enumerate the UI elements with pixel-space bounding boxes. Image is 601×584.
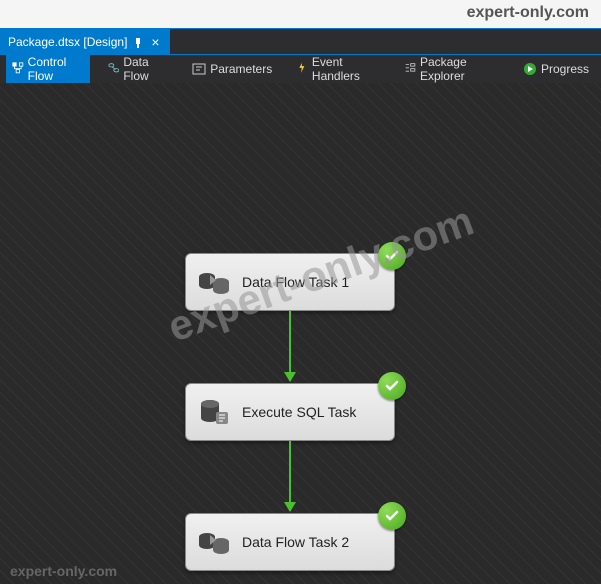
task-data-flow-1[interactable]: Data Flow Task 1 — [185, 253, 395, 311]
tab-package-explorer[interactable]: Package Explorer — [398, 52, 505, 86]
design-canvas[interactable]: Data Flow Task 1 Execute SQL Task Data F… — [0, 83, 601, 584]
tab-label: Progress — [541, 62, 589, 76]
status-success-icon — [378, 242, 406, 270]
designer-toolbar: Control Flow Data Flow Parameters Event … — [0, 55, 601, 83]
tab-label: Data Flow — [123, 55, 168, 83]
task-label: Data Flow Task 2 — [242, 534, 349, 550]
connector-success[interactable] — [289, 441, 291, 511]
document-tab-title: Package.dtsx [Design] — [8, 35, 127, 49]
package-explorer-icon — [404, 62, 416, 76]
tab-label: Event Handlers — [312, 55, 380, 83]
tab-label: Package Explorer — [420, 55, 499, 83]
event-handlers-icon — [296, 62, 308, 76]
watermark-bottom: expert-only.com — [10, 563, 117, 579]
tab-data-flow[interactable]: Data Flow — [102, 52, 175, 86]
pin-icon[interactable] — [133, 37, 143, 47]
data-flow-icon — [108, 62, 120, 76]
status-success-icon — [378, 372, 406, 400]
tab-parameters[interactable]: Parameters — [186, 59, 278, 79]
parameters-icon — [192, 62, 206, 76]
tab-label: Parameters — [210, 62, 272, 76]
status-success-icon — [378, 502, 406, 530]
sql-task-icon — [196, 394, 232, 430]
task-label: Execute SQL Task — [242, 404, 356, 420]
tab-label: Control Flow — [28, 55, 84, 83]
document-tab[interactable]: Package.dtsx [Design] × — [0, 29, 170, 54]
task-execute-sql[interactable]: Execute SQL Task — [185, 383, 395, 441]
tab-control-flow[interactable]: Control Flow — [6, 52, 90, 86]
close-icon[interactable]: × — [149, 35, 161, 49]
tab-event-handlers[interactable]: Event Handlers — [290, 52, 386, 86]
dataflow-task-icon — [196, 264, 232, 300]
dataflow-task-icon — [196, 524, 232, 560]
app-window: Package.dtsx [Design] × Control Flow Dat… — [0, 28, 601, 584]
control-flow-icon — [12, 62, 24, 76]
connector-success[interactable] — [289, 311, 291, 381]
task-data-flow-2[interactable]: Data Flow Task 2 — [185, 513, 395, 571]
watermark-top: expert-only.com — [467, 4, 589, 22]
tab-progress[interactable]: Progress — [517, 59, 595, 79]
progress-icon — [523, 62, 537, 76]
task-label: Data Flow Task 1 — [242, 274, 349, 290]
